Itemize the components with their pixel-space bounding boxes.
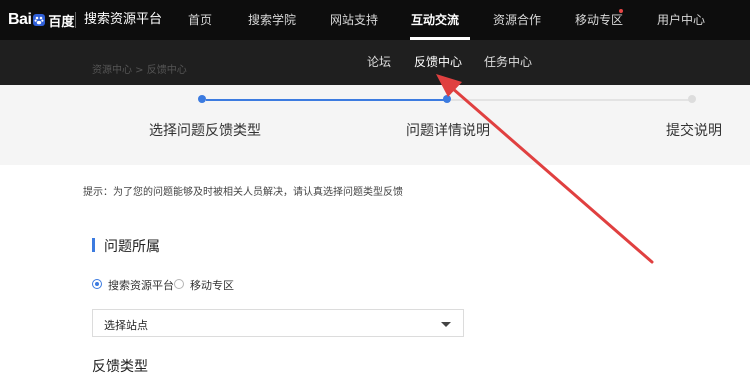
step-line-pending bbox=[451, 99, 691, 101]
section-title-feedback-type: 反馈类型 bbox=[92, 359, 148, 375]
step-progress: 选择问题反馈类型 问题详情说明 提交说明 bbox=[0, 85, 750, 165]
logo-text: Bai bbox=[8, 11, 32, 28]
step-3-label: 提交说明 bbox=[666, 123, 722, 139]
platform-title[interactable]: 搜索资源平台 bbox=[84, 12, 162, 28]
sub-navigation-bar: 资源中心 > 反馈中心 论坛 反馈中心 任务中心 bbox=[0, 40, 750, 85]
radio-label-search-platform[interactable]: 搜索资源平台 bbox=[108, 277, 174, 293]
step-2-dot bbox=[443, 95, 451, 103]
nav-user-center[interactable]: 用户中心 bbox=[657, 12, 705, 28]
radio-search-platform[interactable] bbox=[92, 279, 102, 289]
caret-down-icon bbox=[441, 322, 451, 327]
nav-site-support[interactable]: 网站支持 bbox=[330, 12, 378, 28]
step-2-label: 问题详情说明 bbox=[406, 123, 490, 139]
nav-resource-cooperation[interactable]: 资源合作 bbox=[493, 12, 541, 28]
baidu-logo[interactable]: Bai 百度 bbox=[8, 10, 74, 30]
nav-mobile-zone[interactable]: 移动专区 bbox=[575, 12, 623, 28]
nav-interaction[interactable]: 互动交流 bbox=[411, 12, 459, 28]
notification-dot bbox=[619, 9, 623, 13]
brand-divider bbox=[75, 12, 76, 28]
step-line-completed bbox=[206, 99, 446, 101]
logo-text-2: 百度 bbox=[48, 14, 75, 30]
nav-search-academy[interactable]: 搜索学院 bbox=[248, 12, 296, 28]
paw-icon bbox=[32, 13, 46, 27]
section-marker bbox=[92, 238, 95, 252]
hint-text: 提示：为了您的问题能够及时被相关人员解决，请认真选择问题类型反馈 bbox=[83, 187, 403, 198]
nav-home[interactable]: 首页 bbox=[188, 12, 212, 28]
subnav-feedback-center[interactable]: 反馈中心 bbox=[414, 54, 462, 70]
step-1-dot bbox=[198, 95, 206, 103]
subnav-forum[interactable]: 论坛 bbox=[367, 54, 391, 70]
site-select-value: 选择站点 bbox=[104, 319, 148, 332]
breadcrumb[interactable]: 资源中心 > 反馈中心 bbox=[92, 61, 187, 76]
top-navigation-bar: Bai 百度 搜索资源平台 首页 搜索学院 网站支持 互动交流 资源合作 移动专… bbox=[0, 0, 750, 40]
section-title-problem-belongs: 问题所属 bbox=[104, 239, 160, 255]
site-select-dropdown[interactable]: 选择站点 bbox=[92, 309, 464, 337]
radio-mobile-zone[interactable] bbox=[174, 279, 184, 289]
step-3-dot bbox=[688, 95, 696, 103]
radio-label-mobile-zone[interactable]: 移动专区 bbox=[190, 277, 234, 293]
step-1-label: 选择问题反馈类型 bbox=[149, 123, 261, 139]
subnav-task-center[interactable]: 任务中心 bbox=[484, 54, 532, 70]
